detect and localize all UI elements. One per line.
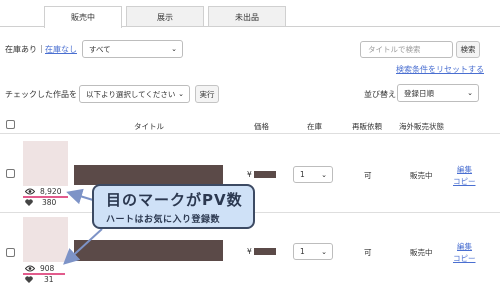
likes-count: 380 — [42, 198, 57, 207]
bulk-action-select[interactable]: 以下より選択してください ⌄ — [79, 85, 190, 103]
edit-link[interactable]: 編集 — [457, 164, 472, 175]
row-checkbox[interactable] — [6, 169, 15, 178]
annotation-title: 目のマークがPV数 — [106, 191, 243, 209]
likes-stat: 31 — [25, 275, 54, 284]
views-count: 908 — [40, 264, 55, 273]
tab-unlisted-label: 未出品 — [235, 12, 259, 22]
edit-link[interactable]: 編集 — [457, 241, 472, 252]
overseas-status: 販売中 — [410, 171, 433, 180]
heart-icon — [25, 199, 33, 206]
redacted-title — [74, 240, 223, 261]
column-resale: 再販依頼 — [352, 122, 382, 131]
redacted-title — [74, 165, 223, 185]
search-button-label: 検索 — [460, 45, 476, 54]
filter-separator: | — [40, 44, 43, 53]
annotation-callout: 目のマークがPV数 ハートはお気に入り登録数 — [92, 184, 255, 229]
tab-on-sale-label: 販売中 — [71, 13, 95, 22]
likes-count: 31 — [44, 275, 54, 284]
resale-status: 可 — [364, 248, 372, 257]
search-placeholder: タイトルで検索 — [368, 45, 421, 54]
likes-stat: 380 — [25, 198, 56, 207]
resale-status: 可 — [364, 171, 372, 180]
arrow-to-row-1 — [66, 188, 94, 205]
views-count: 8,920 — [40, 187, 62, 196]
eye-icon — [25, 188, 35, 195]
copy-link[interactable]: コピー — [453, 253, 476, 264]
stock-select[interactable]: 1 ⌄ — [293, 166, 333, 183]
execute-button[interactable]: 実行 — [195, 85, 219, 103]
redacted-price — [254, 171, 276, 178]
chevron-down-icon: ⌄ — [321, 170, 327, 179]
tab-exhibition[interactable]: 展示 — [126, 6, 204, 27]
stock-select-value: 1 — [300, 247, 305, 256]
bulk-action-select-value: 以下より選択してください — [86, 89, 176, 99]
heart-icon — [25, 276, 33, 283]
chevron-down-icon: ⌄ — [467, 89, 473, 97]
chevron-down-icon: ⌄ — [171, 45, 177, 53]
sort-label: 並び替え — [364, 90, 396, 99]
filter-out-of-stock-link[interactable]: 在庫なし — [45, 44, 77, 55]
row-checkbox[interactable] — [6, 248, 15, 257]
product-thumbnail[interactable] — [23, 141, 68, 186]
search-button[interactable]: 検索 — [456, 41, 480, 58]
overseas-status: 販売中 — [410, 248, 433, 257]
copy-link[interactable]: コピー — [453, 176, 476, 187]
annotation-subtitle: ハートはお気に入り登録数 — [106, 215, 221, 225]
filter-in-stock[interactable]: 在庫あり — [5, 44, 37, 55]
search-input[interactable]: タイトルで検索 — [360, 41, 453, 58]
select-all-checkbox[interactable] — [6, 120, 15, 129]
stock-select-value: 1 — [300, 170, 305, 179]
header-divider — [0, 133, 500, 134]
tab-unlisted[interactable]: 未出品 — [208, 6, 286, 27]
chevron-down-icon: ⌄ — [321, 247, 327, 256]
eye-icon — [25, 265, 35, 272]
views-stat: 908 — [25, 264, 54, 273]
sort-select-value: 登録日順 — [404, 88, 434, 98]
tab-exhibition-label: 展示 — [157, 12, 173, 22]
category-select-value: すべて — [89, 44, 111, 54]
bulk-action-label: チェックした作品を — [5, 90, 77, 99]
chevron-down-icon: ⌄ — [178, 90, 184, 98]
price-prefix: ¥ — [247, 247, 252, 256]
reset-search-link[interactable]: 検索条件をリセットする — [396, 64, 484, 75]
column-price: 価格 — [254, 122, 269, 131]
category-select[interactable]: すべて ⌄ — [82, 40, 183, 58]
column-title: タイトル — [134, 122, 164, 131]
sort-select[interactable]: 登録日順 ⌄ — [397, 84, 479, 102]
execute-button-label: 実行 — [199, 89, 215, 99]
stock-select[interactable]: 1 ⌄ — [293, 243, 333, 260]
tab-on-sale[interactable]: 販売中 — [44, 6, 122, 28]
column-stock: 在庫 — [307, 122, 322, 131]
column-overseas: 海外販売状態 — [399, 122, 444, 131]
redacted-price — [254, 248, 276, 255]
views-stat: 8,920 — [25, 187, 61, 196]
price-prefix: ¥ — [247, 170, 252, 179]
product-thumbnail[interactable] — [23, 217, 68, 262]
